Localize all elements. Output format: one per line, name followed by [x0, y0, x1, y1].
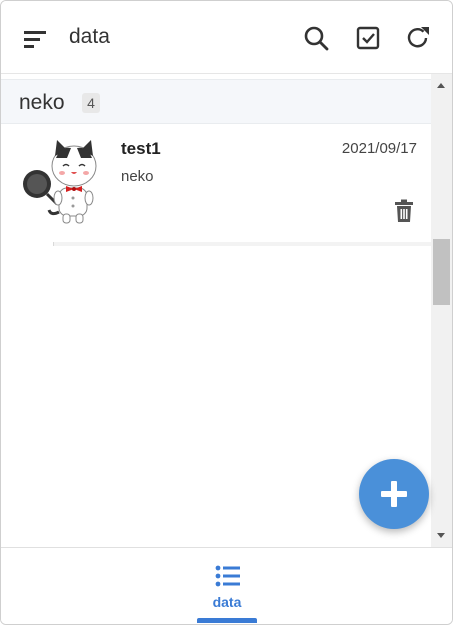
trash-icon [395, 199, 413, 222]
sort-menu-button[interactable] [21, 24, 51, 54]
group-name: neko [19, 91, 65, 114]
top-app-bar: data [1, 1, 452, 74]
select-button[interactable] [353, 23, 383, 53]
item-date: 2021/09/17 [341, 140, 417, 157]
list-item[interactable]: test1 2021/09/17 neko [1, 124, 431, 244]
item-subtitle: neko [121, 168, 154, 185]
refresh-button[interactable] [403, 23, 433, 53]
sort-icon [24, 31, 46, 48]
group-count-badge: 4 [82, 93, 100, 113]
checkbox-icon [356, 26, 380, 50]
scroll-up-arrow-icon[interactable] [437, 83, 445, 88]
refresh-icon [407, 27, 429, 48]
add-button[interactable] [359, 459, 429, 529]
group-header[interactable]: neko 4 [1, 79, 431, 124]
item-title: test1 [121, 139, 161, 158]
item-divider [53, 242, 431, 246]
nav-item-data[interactable]: data [191, 548, 263, 624]
scrollbar-thumb[interactable] [433, 239, 450, 305]
cat-chef-avatar [23, 140, 97, 224]
nav-item-label: data [212, 594, 242, 610]
delete-button[interactable] [393, 199, 415, 223]
search-button[interactable] [301, 23, 331, 53]
vertical-scrollbar[interactable] [431, 74, 452, 547]
bottom-navigation: data [1, 547, 452, 624]
app-window: data neko 4 test1 2021/09/17 neko data [0, 0, 453, 625]
active-tab-indicator [197, 618, 257, 623]
search-icon [304, 26, 329, 51]
page-title: data [69, 25, 110, 48]
list-icon [215, 565, 240, 587]
scroll-down-arrow-icon[interactable] [437, 533, 445, 538]
